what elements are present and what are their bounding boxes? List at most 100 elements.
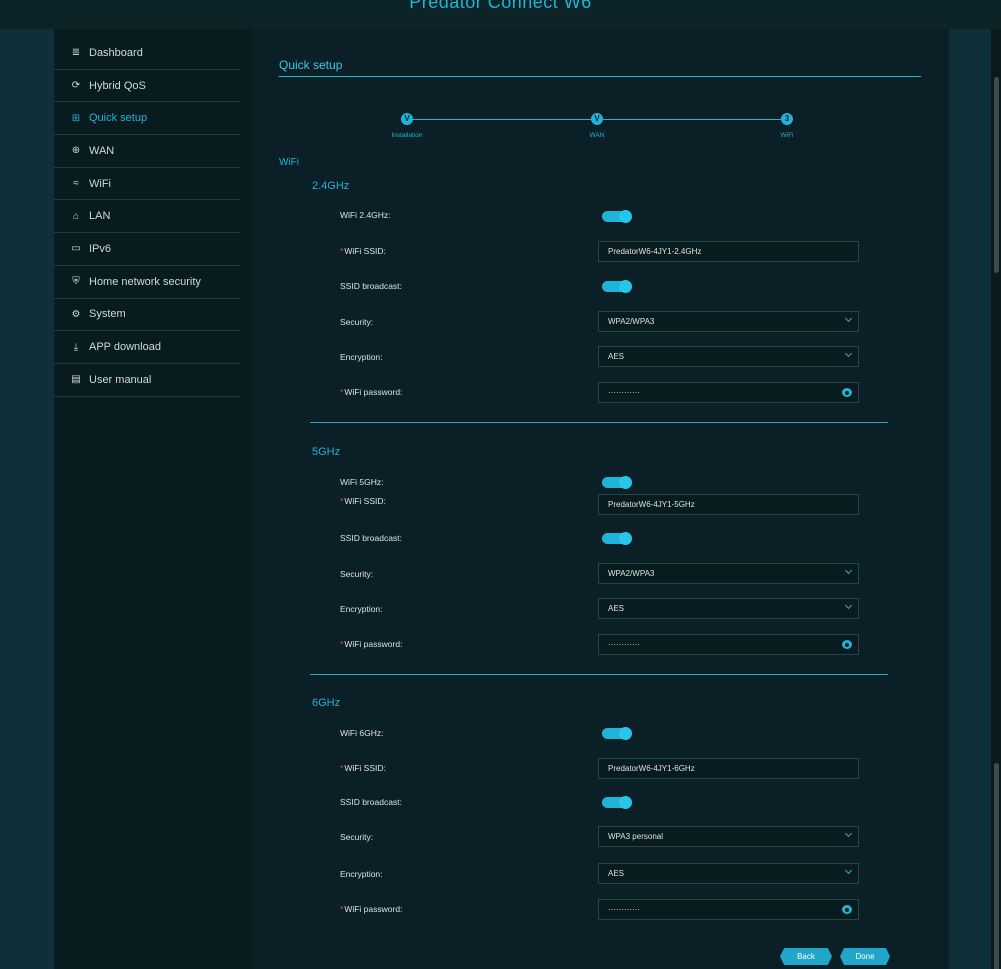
sidebar: ≣ Dashboard ⟳ Hybrid QoS ⊞ Quick setup ⊕… xyxy=(54,37,240,397)
ssid-broadcast-label: SSID broadcast: xyxy=(340,281,402,291)
ssid-label: *WiFi SSID: xyxy=(340,763,386,773)
wifi-icon: ≈ xyxy=(73,178,79,190)
encryption-select-5ghz[interactable]: AES xyxy=(598,598,859,619)
chevron-down-icon xyxy=(844,601,853,610)
ssid-broadcast-toggle-5ghz[interactable] xyxy=(602,532,632,545)
step-wifi-marker: 3 xyxy=(781,113,793,125)
manual-icon: ▤ xyxy=(71,374,81,386)
sidebar-item-label: IPv6 xyxy=(89,242,112,255)
scrollbar-thumb-secondary[interactable] xyxy=(994,763,999,969)
back-button[interactable]: Back xyxy=(780,948,832,965)
chevron-down-icon xyxy=(844,566,853,575)
sidebar-item-label: LAN xyxy=(89,210,111,223)
step-wan-marker: V xyxy=(591,113,603,125)
password-label: *WiFi password: xyxy=(340,904,403,914)
security-select-6ghz[interactable]: WPA3 personal xyxy=(598,826,859,847)
eye-icon[interactable] xyxy=(842,388,852,397)
ssid-input-6ghz[interactable]: PredatorW6-4JY1-6GHz xyxy=(598,758,859,779)
sidebar-item-ipv6[interactable]: ▭ IPv6 xyxy=(54,233,240,266)
security-select-2-4ghz[interactable]: WPA2/WPA3 xyxy=(598,311,859,332)
encryption-select-6ghz[interactable]: AES xyxy=(598,863,859,884)
top-bar: Predator Connect W6 xyxy=(0,0,1001,29)
encryption-select-2-4ghz[interactable]: AES xyxy=(598,346,859,367)
chevron-down-icon xyxy=(844,866,853,875)
sidebar-item-label: Quick setup xyxy=(89,112,148,125)
step-wifi-label: WiFi xyxy=(780,132,794,139)
wifi-5ghz-label: WiFi 5GHz: xyxy=(340,477,384,487)
encryption-label: Encryption: xyxy=(340,352,383,362)
step-wan-label: WAN xyxy=(589,132,605,139)
sidebar-item-label: Dashboard xyxy=(89,46,143,59)
sidebar-item-hybrid-qos[interactable]: ⟳ Hybrid QoS xyxy=(54,70,240,103)
globe-icon: ⊕ xyxy=(71,145,81,157)
sidebar-item-label: Home network security xyxy=(89,275,201,288)
scrollbar[interactable] xyxy=(991,29,1001,969)
password-label: *WiFi password: xyxy=(340,639,403,649)
section-title: WiFi xyxy=(279,157,299,168)
ssid-broadcast-toggle-2-4ghz[interactable] xyxy=(602,280,632,293)
chevron-down-icon xyxy=(844,314,853,323)
ssid-broadcast-label: SSID broadcast: xyxy=(340,533,402,543)
scrollbar-thumb[interactable] xyxy=(994,77,999,273)
encryption-label: Encryption: xyxy=(340,604,383,614)
sidebar-item-label: Hybrid QoS xyxy=(89,79,146,92)
encryption-label: Encryption: xyxy=(340,869,383,879)
title-underline xyxy=(279,76,921,77)
app-frame: ≣ Dashboard ⟳ Hybrid QoS ⊞ Quick setup ⊕… xyxy=(54,29,949,969)
password-input-5ghz[interactable]: ············ xyxy=(598,634,859,655)
sidebar-item-quick-setup[interactable]: ⊞ Quick setup xyxy=(54,102,240,136)
sidebar-item-home-network-security[interactable]: ⛨ Home network security xyxy=(54,266,240,299)
main-panel: Quick setup V Installation V WAN 3 WiFi … xyxy=(252,29,949,969)
quick-setup-icon: ⊞ xyxy=(71,112,81,124)
wifi-2-4ghz-label: WiFi 2.4GHz: xyxy=(340,210,391,220)
ssid-input-5ghz[interactable]: PredatorW6-4JY1-5GHz xyxy=(598,494,859,515)
sidebar-item-label: APP download xyxy=(89,341,161,354)
security-label: Security: xyxy=(340,569,374,579)
chevron-down-icon xyxy=(844,829,853,838)
sidebar-item-label: WiFi xyxy=(89,177,111,190)
password-input-6ghz[interactable]: ············ xyxy=(598,899,859,920)
band-title-5ghz: 5GHz xyxy=(312,446,341,458)
step-installation-label: Installation xyxy=(391,132,423,139)
sidebar-item-dashboard[interactable]: ≣ Dashboard xyxy=(54,37,240,70)
ipv6-icon: ▭ xyxy=(71,243,81,255)
ssid-label: *WiFi SSID: xyxy=(340,496,386,506)
band-title-6ghz: 6GHz xyxy=(312,697,341,709)
sidebar-item-app-download[interactable]: ⤓ APP download xyxy=(54,331,240,364)
wifi-2-4ghz-toggle[interactable] xyxy=(602,210,632,223)
ssid-input-2-4ghz[interactable]: PredatorW6-4JY1-2.4GHz xyxy=(598,241,859,262)
sidebar-item-label: User manual xyxy=(89,373,152,386)
password-label: *WiFi password: xyxy=(340,387,403,397)
sidebar-item-label: WAN xyxy=(89,144,115,157)
chevron-down-icon xyxy=(844,349,853,358)
app-title: Predator Connect W6 xyxy=(409,0,592,12)
ssid-label: *WiFi SSID: xyxy=(340,246,386,256)
qos-icon: ⟳ xyxy=(71,80,81,92)
done-button[interactable]: Done xyxy=(840,948,890,965)
sidebar-item-lan[interactable]: ⌂ LAN xyxy=(54,200,240,234)
ssid-broadcast-label: SSID broadcast: xyxy=(340,797,402,807)
wifi-5ghz-toggle[interactable] xyxy=(602,476,632,489)
password-input-2-4ghz[interactable]: ············ xyxy=(598,382,859,403)
security-label: Security: xyxy=(340,832,374,842)
dashboard-icon: ≣ xyxy=(71,47,81,59)
sidebar-item-user-manual[interactable]: ▤ User manual xyxy=(54,364,240,397)
eye-icon[interactable] xyxy=(842,640,852,649)
wifi-6ghz-toggle[interactable] xyxy=(602,727,632,740)
lan-icon: ⌂ xyxy=(72,210,80,222)
sidebar-item-system[interactable]: ⚙ System xyxy=(54,299,240,332)
sidebar-item-label: System xyxy=(89,308,126,321)
shield-icon: ⛨ xyxy=(72,276,80,288)
security-label: Security: xyxy=(340,317,374,327)
sidebar-item-wifi[interactable]: ≈ WiFi xyxy=(54,168,240,201)
wifi-6ghz-label: WiFi 6GHz: xyxy=(340,728,384,738)
band-title-2-4ghz: 2.4GHz xyxy=(312,180,350,192)
security-select-5ghz[interactable]: WPA2/WPA3 xyxy=(598,563,859,584)
gear-icon: ⚙ xyxy=(71,308,81,320)
sidebar-item-wan[interactable]: ⊕ WAN xyxy=(54,135,240,168)
ssid-broadcast-toggle-6ghz[interactable] xyxy=(602,796,632,809)
eye-icon[interactable] xyxy=(842,905,852,914)
step-installation-marker: V xyxy=(401,113,413,125)
setup-stepper: V Installation V WAN 3 WiFi xyxy=(252,113,949,143)
section-divider xyxy=(310,422,888,423)
